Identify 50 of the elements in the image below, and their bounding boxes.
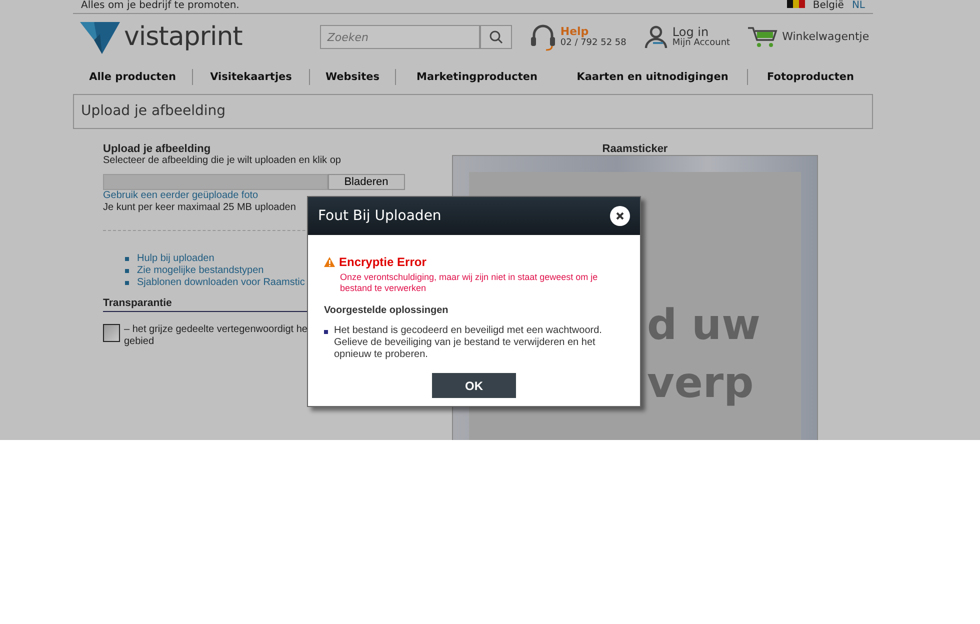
nav-link[interactable]: Kaarten en uitnodigingen [558, 69, 747, 85]
phone-number: 02 / 792 52 58 [560, 38, 626, 48]
bullet-icon [125, 269, 129, 273]
bullet-icon [125, 281, 129, 285]
transparency-note: gebied [124, 336, 156, 348]
error-title: Encryptie Error [339, 254, 426, 271]
user-icon [644, 25, 668, 49]
country-link[interactable]: België [812, 0, 844, 13]
cart-link[interactable]: Winkelwagentje [782, 28, 870, 46]
nav-link[interactable]: Visitekaartjes [193, 69, 309, 85]
nav-link[interactable]: Alle producten [73, 69, 192, 85]
help-link[interactable]: Zie mogelijke bestandstypen [137, 265, 264, 277]
search-icon [489, 30, 504, 44]
tagline-text: Alles om je bedrijf te promoten. [81, 0, 240, 13]
page-title-bar: Upload je afbeelding [73, 94, 873, 129]
bullet-icon [125, 257, 129, 261]
nav-link[interactable]: Websites [310, 69, 395, 85]
login-link[interactable]: Log in [672, 26, 730, 38]
logo-icon [80, 20, 120, 54]
dialog-title: Fout Bij Uploaden [318, 206, 442, 226]
search-button[interactable] [480, 25, 512, 49]
size-note: Je kunt per keer maximaal 25 MB uploaden [103, 202, 296, 214]
preview-title: Raamsticker [601, 143, 669, 155]
search-field[interactable]: Zoeken [320, 25, 480, 49]
language-link[interactable]: NL [852, 0, 865, 13]
logo-text: vistaprint [124, 20, 242, 54]
cart-icon [748, 26, 778, 48]
headset-icon [530, 23, 556, 51]
bullet-icon [324, 330, 328, 334]
preview-text: d uw [647, 299, 760, 351]
instruction-text: Selecteer de afbeelding die je wilt uploaden en klik op [103, 155, 342, 167]
close-button[interactable] [610, 206, 630, 226]
help-link[interactable]: Sjablonen downloaden voor Raamstic [137, 277, 305, 289]
ok-button[interactable]: OK [432, 373, 516, 398]
close-icon [616, 212, 624, 220]
previous-upload-link[interactable]: Gebruik een eerder geüploade foto [103, 190, 258, 202]
nav-link[interactable]: Marketingproducten [396, 69, 558, 85]
nav-link[interactable]: Fotoproducten [748, 69, 873, 85]
file-field[interactable] [103, 174, 328, 190]
flag-icon [786, 0, 805, 8]
help-link[interactable]: Hulp bij uploaden [137, 253, 214, 265]
error-message: Onze verontschuldiging, maar wij zijn niet in staat geweest om je bestand te verwerken [339, 272, 599, 294]
transparency-swatch [103, 324, 120, 342]
section-heading: Upload je afbeelding [103, 143, 212, 155]
warning-icon [324, 257, 335, 267]
account-link[interactable]: Mijn Account [672, 38, 730, 48]
transparency-note: – het grijze gedeelte vertegenwoordigt he [124, 324, 308, 336]
preview-text: verp [647, 357, 754, 409]
suggestion-text: Het bestand is gecodeerd en beveiligd met een wachtwoord. Gelieve de beveiliging van je bestand te verwijderen en het opnieuw te proberen. [334, 325, 603, 361]
browse-button[interactable]: Bladeren [328, 174, 405, 190]
